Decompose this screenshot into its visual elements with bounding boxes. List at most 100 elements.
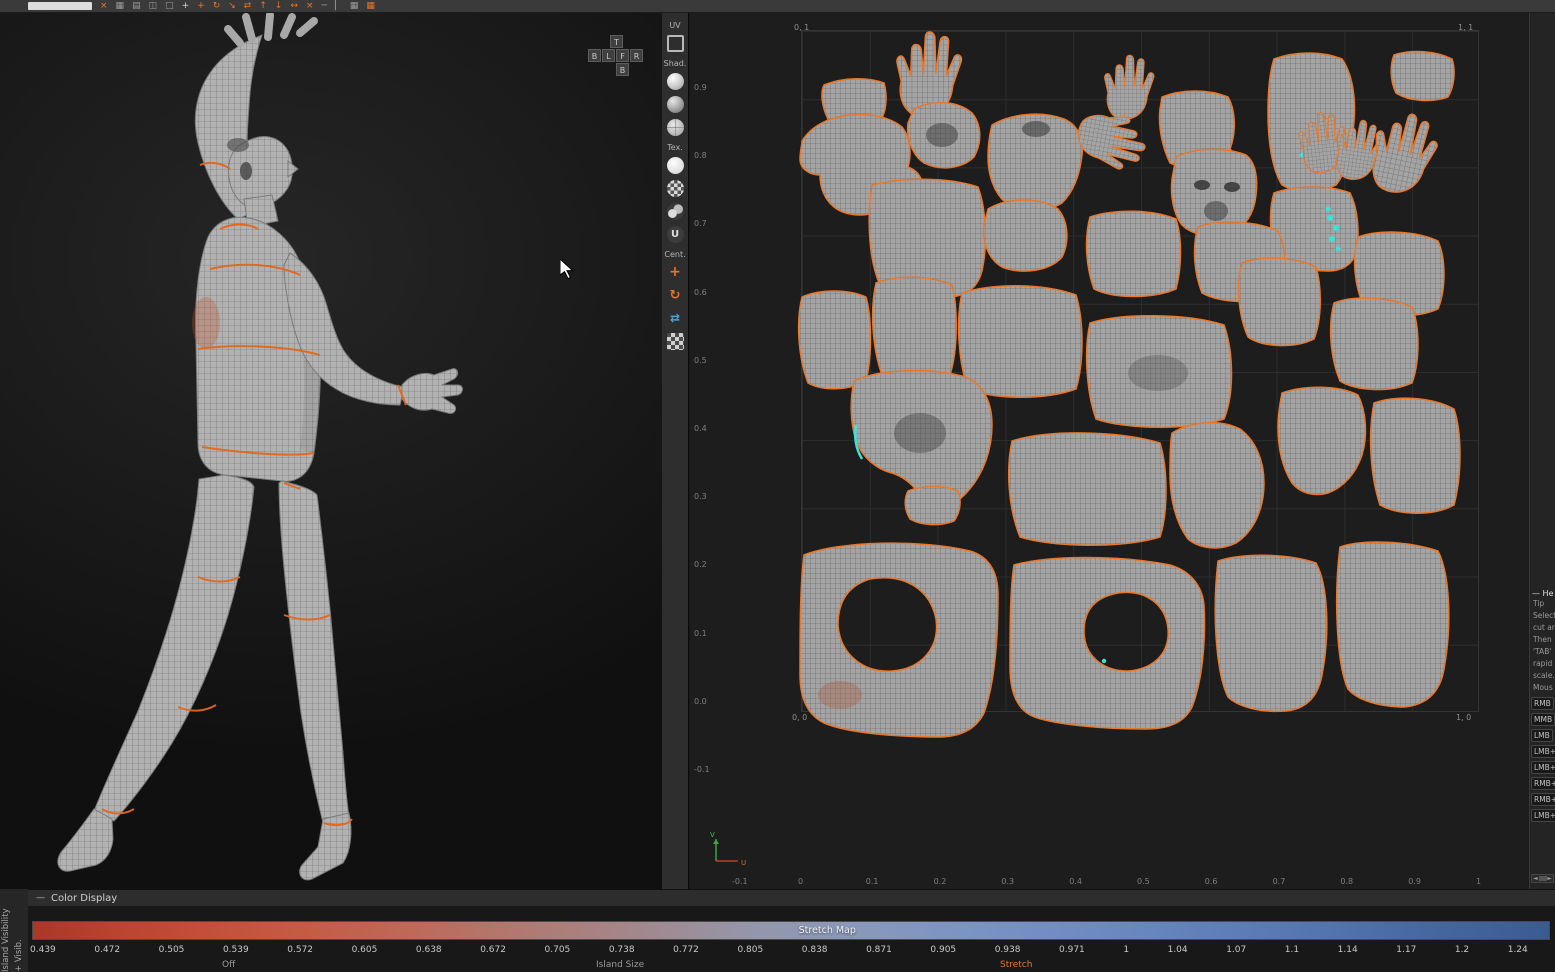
stretch-scale-value: 0.638 (415, 945, 442, 955)
scale-icon[interactable]: ↘ (228, 1, 236, 11)
texture-checker-icon[interactable] (666, 180, 684, 197)
scroll-right-icon[interactable]: ► (1547, 875, 1552, 882)
toolbar-button[interactable] (28, 2, 92, 10)
color-display-header[interactable]: — Color Display (28, 889, 1555, 906)
uv-island[interactable] (871, 276, 957, 384)
scroll-left-icon[interactable]: ◄ (1533, 875, 1538, 882)
shaded-white-sphere-icon[interactable] (666, 73, 684, 90)
divider-icon[interactable]: ▏ (335, 1, 342, 11)
uv-island[interactable] (1277, 386, 1367, 496)
stretch-scale-value: 0.572 (287, 945, 314, 955)
stretch-scale-value: 0.938 (994, 945, 1021, 955)
align-top-icon[interactable]: ↑ (259, 1, 267, 11)
top-toolbar: × ▦ ▤ ◫ □ + + ↻ ↘ ⇄ ↑ ↓ ↔ × ─ ▏ ▦ ▦ (0, 0, 1555, 13)
viewcube-face-r[interactable]: R (630, 49, 643, 62)
app-window: × ▦ ▤ ◫ □ + + ↻ ↘ ⇄ ↑ ↓ ↔ × ─ ▏ ▦ ▦ T B … (0, 0, 1555, 972)
rotate-icon[interactable]: ↻ (213, 1, 221, 11)
grid-icon[interactable]: ▦ (116, 1, 125, 11)
bottom-controls: Off Island Size Stretch (0, 960, 1555, 972)
stretch-scale-value: 0.905 (930, 945, 957, 955)
move-icon[interactable]: + (197, 1, 205, 11)
model-mesh[interactable] (278, 480, 350, 824)
view-cube[interactable]: TBLFRB (588, 35, 646, 81)
texture-plain-icon[interactable] (666, 157, 684, 174)
uv-island[interactable] (1335, 541, 1450, 708)
texture-spheres-icon[interactable] (666, 203, 684, 220)
pan-icon[interactable]: + (182, 1, 190, 11)
top-toolbar-icons: × ▦ ▤ ◫ □ + + ↻ ↘ ⇄ ↑ ↓ ↔ × ─ ▏ ▦ ▦ (28, 1, 375, 11)
center-rotate-icon[interactable]: ↻ (667, 287, 684, 304)
stretch-map-gradient[interactable]: Stretch Map (32, 921, 1550, 940)
stretch-scale-value: 0.539 (222, 945, 249, 955)
selection-highlight (1335, 246, 1341, 252)
minus-icon[interactable]: ─ (322, 1, 327, 11)
viewcube-face-b[interactable]: B (616, 63, 629, 76)
center-move-icon[interactable]: + (667, 264, 684, 281)
scroll-thumb[interactable] (1538, 876, 1547, 881)
uv-island[interactable] (1008, 432, 1167, 546)
marquee-select-icon[interactable]: □ (165, 1, 174, 11)
viewport-3d[interactable]: TBLFRB (0, 13, 663, 889)
checker-grid-icon[interactable] (666, 333, 684, 350)
uv-island[interactable] (799, 542, 999, 738)
side-toolbar: UV Shad. Tex. U Cent. + ↻ ⇄ (662, 13, 689, 889)
rows-icon[interactable]: ▤ (132, 1, 141, 11)
collapse-icon[interactable]: — (1532, 589, 1540, 598)
bottom-option-label[interactable]: Island Size (596, 960, 644, 970)
uv-island[interactable] (1390, 50, 1455, 102)
help-panel: — He Tip Select cut an Then 'TAB' rapid scale… (1529, 13, 1555, 889)
stretch-map-scale: 0.439 0.472 0.505 0.539 0.572 0.605 0.638 0.672… (30, 945, 1528, 955)
uv-editor[interactable]: 0, 1 1, 1 0, 0 1, 0 0.9 0.8 0.7 0.6 0.5 0.4 0.… (690, 13, 1529, 889)
align-bottom-icon[interactable]: ↓ (275, 1, 283, 11)
help-text: Select (1533, 611, 1555, 620)
mesh-shading (1128, 355, 1188, 391)
uv-island[interactable] (1329, 297, 1419, 391)
uv-islands-canvas[interactable] (690, 13, 1529, 889)
uv-island[interactable] (982, 199, 1068, 272)
axis-v-label: V (710, 831, 715, 839)
viewcube-face-t[interactable]: T (610, 35, 623, 48)
viewcube-face-f[interactable]: F (616, 49, 629, 62)
bottom-option-label[interactable]: Off (222, 960, 235, 970)
wire-sphere-icon[interactable] (666, 119, 684, 136)
help-scrollbar[interactable]: ◄ ► (1531, 874, 1554, 883)
model-mesh[interactable] (93, 474, 255, 822)
sync-views-icon[interactable]: ⇄ (667, 310, 684, 327)
viewcube-face-l[interactable]: L (602, 49, 615, 62)
stretch-scale-value: 0.705 (544, 945, 571, 955)
uv-island[interactable] (904, 485, 961, 526)
uv-island[interactable] (1169, 421, 1265, 549)
model-3d-canvas[interactable] (0, 13, 662, 889)
uv-island[interactable] (1214, 554, 1328, 713)
shaded-gray-sphere-icon[interactable] (666, 96, 684, 113)
uv-island[interactable] (1009, 556, 1206, 730)
texture-uv-icon[interactable]: U (666, 226, 684, 243)
selection-highlight (1329, 236, 1335, 242)
help-text: 'TAB' (1533, 647, 1552, 656)
stretch-scale-value: 1.2 (1454, 945, 1470, 955)
bottom-option-label[interactable]: Stretch (1000, 960, 1032, 970)
uv-island[interactable] (1237, 257, 1322, 347)
model-mesh[interactable] (401, 368, 463, 414)
pack-icon[interactable]: ▦ (366, 1, 375, 11)
model-mesh[interactable] (287, 159, 299, 179)
uv-island[interactable] (1085, 210, 1182, 298)
viewcube-face-b[interactable]: B (588, 49, 601, 62)
uv-island[interactable] (957, 284, 1083, 398)
snap-grid-icon[interactable]: ▦ (350, 1, 359, 11)
distribute-icon[interactable]: ↔ (290, 1, 298, 11)
collapse-icon[interactable]: — (36, 893, 45, 903)
stretch-scale-value: 0.472 (94, 945, 121, 955)
split-view-icon[interactable]: ◫ (149, 1, 158, 11)
uv-island[interactable] (1369, 397, 1461, 514)
stretch-scale-value: 1.1 (1284, 945, 1300, 955)
mirror-icon[interactable]: ⇄ (244, 1, 252, 11)
uv-frame-icon[interactable] (666, 35, 684, 52)
clear-icon[interactable]: × (306, 1, 314, 11)
help-panel-header[interactable]: — He (1530, 589, 1555, 598)
help-text: Mous (1533, 683, 1553, 692)
uv-island[interactable] (797, 290, 872, 390)
axis-u-label: U (741, 859, 746, 867)
model-mesh[interactable] (57, 808, 114, 872)
delete-icon[interactable]: × (100, 1, 108, 11)
